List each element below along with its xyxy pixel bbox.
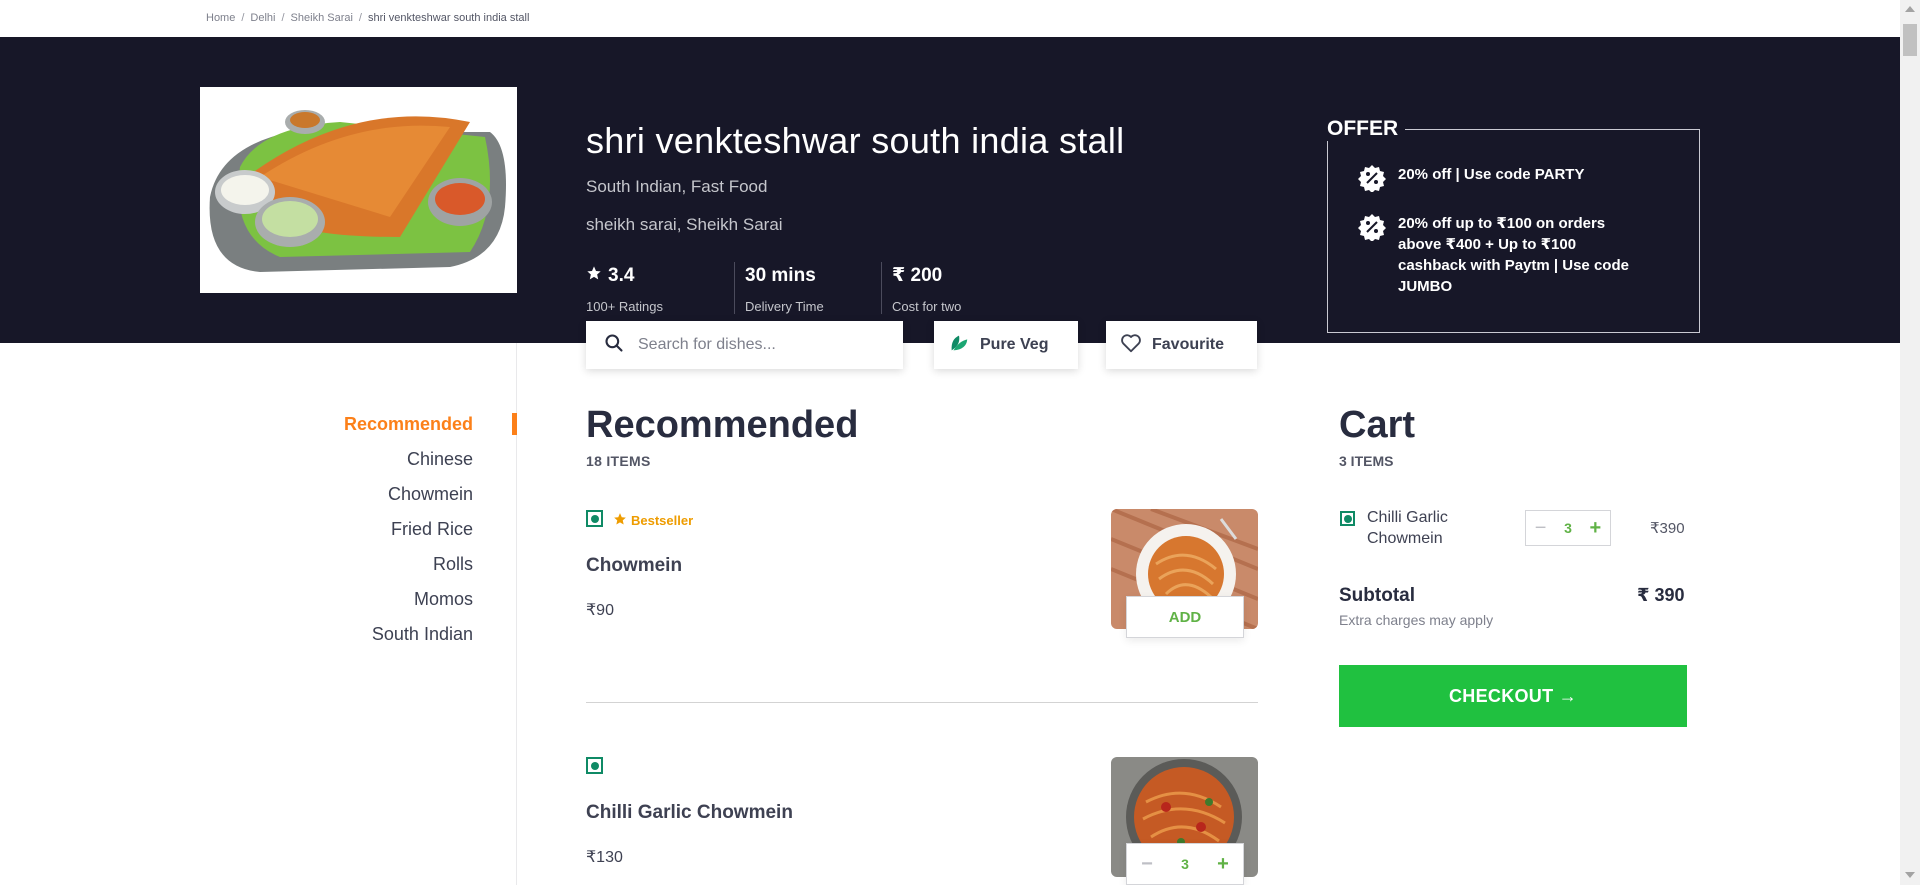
cost-stat: ₹ 200 Cost for two xyxy=(881,262,1001,314)
breadcrumb-separator: / xyxy=(358,12,362,24)
offer-text: 20% off | Use code PARTY xyxy=(1398,166,1585,183)
category-sidebar: Recommended Chinese Chowmein Fried Rice … xyxy=(200,412,473,657)
category-item-momos[interactable]: Momos xyxy=(200,587,473,622)
category-item-fried-rice[interactable]: Fried Rice xyxy=(200,517,473,552)
dish-price: ₹130 xyxy=(586,849,623,866)
veg-icon xyxy=(586,510,603,527)
cost-label: Cost for two xyxy=(892,299,962,314)
delivery-stat: 30 mins Delivery Time xyxy=(734,262,881,314)
increase-quantity-button[interactable]: + xyxy=(1217,853,1229,876)
bestseller-badge: Bestseller xyxy=(613,512,693,529)
bestseller-star-icon xyxy=(613,512,627,529)
veg-icon xyxy=(586,757,603,774)
scroll-down-arrow-icon[interactable] xyxy=(1905,872,1915,878)
rating-label: 100+ Ratings xyxy=(586,299,663,314)
category-item-south-indian[interactable]: South Indian xyxy=(200,622,473,657)
restaurant-stats: 3.4 100+ Ratings 30 mins Delivery Time ₹… xyxy=(586,262,1001,314)
cost-for-two: ₹ 200 xyxy=(892,265,943,286)
category-item-rolls[interactable]: Rolls xyxy=(200,552,473,587)
dish-quantity-stepper[interactable]: − 3 + xyxy=(1126,843,1244,885)
offer-title: OFFER xyxy=(1320,117,1406,141)
checkout-button[interactable]: CHECKOUT → xyxy=(1339,665,1687,727)
page-scrollbar[interactable] xyxy=(1900,0,1920,885)
extra-charges-note: Extra charges may apply xyxy=(1339,612,1494,628)
cart-item-name: Chilli Garlic Chowmein xyxy=(1367,509,1448,547)
restaurant-name: shri venkteshwar south india stall xyxy=(586,120,1125,161)
breadcrumb-separator: / xyxy=(241,12,245,24)
cart-quantity-stepper[interactable]: − 3 + xyxy=(1525,510,1611,546)
pure-veg-toggle[interactable]: Pure Veg xyxy=(934,321,1078,369)
section-item-count: 18 ITEMS xyxy=(586,453,651,469)
cart-item-price: ₹390 xyxy=(1650,520,1685,537)
leaf-icon xyxy=(948,332,970,359)
rating-stat: 3.4 100+ Ratings xyxy=(586,262,734,315)
delivery-label: Delivery Time xyxy=(745,299,824,314)
veg-icon xyxy=(1340,511,1355,526)
dish-price: ₹90 xyxy=(586,602,614,619)
restaurant-image xyxy=(200,87,517,293)
restaurant-cuisines: South Indian, Fast Food xyxy=(586,177,768,196)
restaurant-locality: sheikh sarai, Sheikh Sarai xyxy=(586,215,783,234)
dish-name: Chilli Garlic Chowmein xyxy=(586,802,793,823)
breadcrumb-separator: / xyxy=(281,12,285,24)
category-item-recommended[interactable]: Recommended xyxy=(200,412,473,447)
add-to-cart-button[interactable]: ADD xyxy=(1126,596,1244,638)
breadcrumb: Home / Delhi / Sheikh Sarai / shri venkt… xyxy=(206,12,529,24)
subtotal-value: ₹ 390 xyxy=(1637,585,1685,605)
dish-search[interactable] xyxy=(586,321,903,369)
subtotal-label: Subtotal xyxy=(1339,585,1415,606)
discount-badge-icon xyxy=(1358,213,1386,242)
category-item-chowmein[interactable]: Chowmein xyxy=(200,482,473,517)
discount-badge-icon xyxy=(1358,164,1386,193)
category-item-chinese[interactable]: Chinese xyxy=(200,447,473,482)
breadcrumb-area[interactable]: Sheikh Sarai xyxy=(291,12,353,24)
cart-increase-button[interactable]: + xyxy=(1590,517,1602,540)
offer-item: 20% off up to ₹100 on orders above ₹400 … xyxy=(1358,213,1633,297)
heart-icon xyxy=(1120,332,1142,359)
breadcrumb-home[interactable]: Home xyxy=(206,12,235,24)
search-icon xyxy=(604,333,624,358)
cart-item-quantity: 3 xyxy=(1564,520,1572,536)
active-category-marker xyxy=(512,413,517,435)
scrollbar-thumb[interactable] xyxy=(1903,24,1917,56)
decrease-quantity-button[interactable]: − xyxy=(1141,853,1153,876)
breadcrumb-current: shri venkteshwar south india stall xyxy=(367,12,530,24)
pure-veg-label: Pure Veg xyxy=(980,336,1049,353)
dish-name: Chowmein xyxy=(586,555,683,576)
offer-item: 20% off | Use code PARTY xyxy=(1358,164,1633,193)
bestseller-label: Bestseller xyxy=(631,513,694,528)
dish-quantity: 3 xyxy=(1181,856,1189,872)
search-input[interactable] xyxy=(638,336,878,354)
star-icon xyxy=(586,265,602,287)
favourite-label: Favourite xyxy=(1152,336,1225,353)
rating-value: 3.4 xyxy=(608,264,635,286)
breadcrumb-bar: Home / Delhi / Sheikh Sarai / shri venkt… xyxy=(0,0,1900,37)
cart-title: Cart xyxy=(1339,404,1416,446)
scroll-up-arrow-icon[interactable] xyxy=(1905,6,1915,12)
section-title: Recommended xyxy=(586,404,859,446)
cart-item-count: 3 ITEMS xyxy=(1339,453,1394,469)
delivery-time: 30 mins xyxy=(745,264,816,286)
offer-text: 20% off up to ₹100 on orders above ₹400 … xyxy=(1398,215,1629,295)
restaurant-header: shri venkteshwar south india stall South… xyxy=(0,37,1900,343)
breadcrumb-city[interactable]: Delhi xyxy=(250,12,275,24)
favourite-button[interactable]: Favourite xyxy=(1106,321,1257,369)
cart-decrease-button[interactable]: − xyxy=(1535,517,1547,540)
item-divider xyxy=(586,702,1258,703)
